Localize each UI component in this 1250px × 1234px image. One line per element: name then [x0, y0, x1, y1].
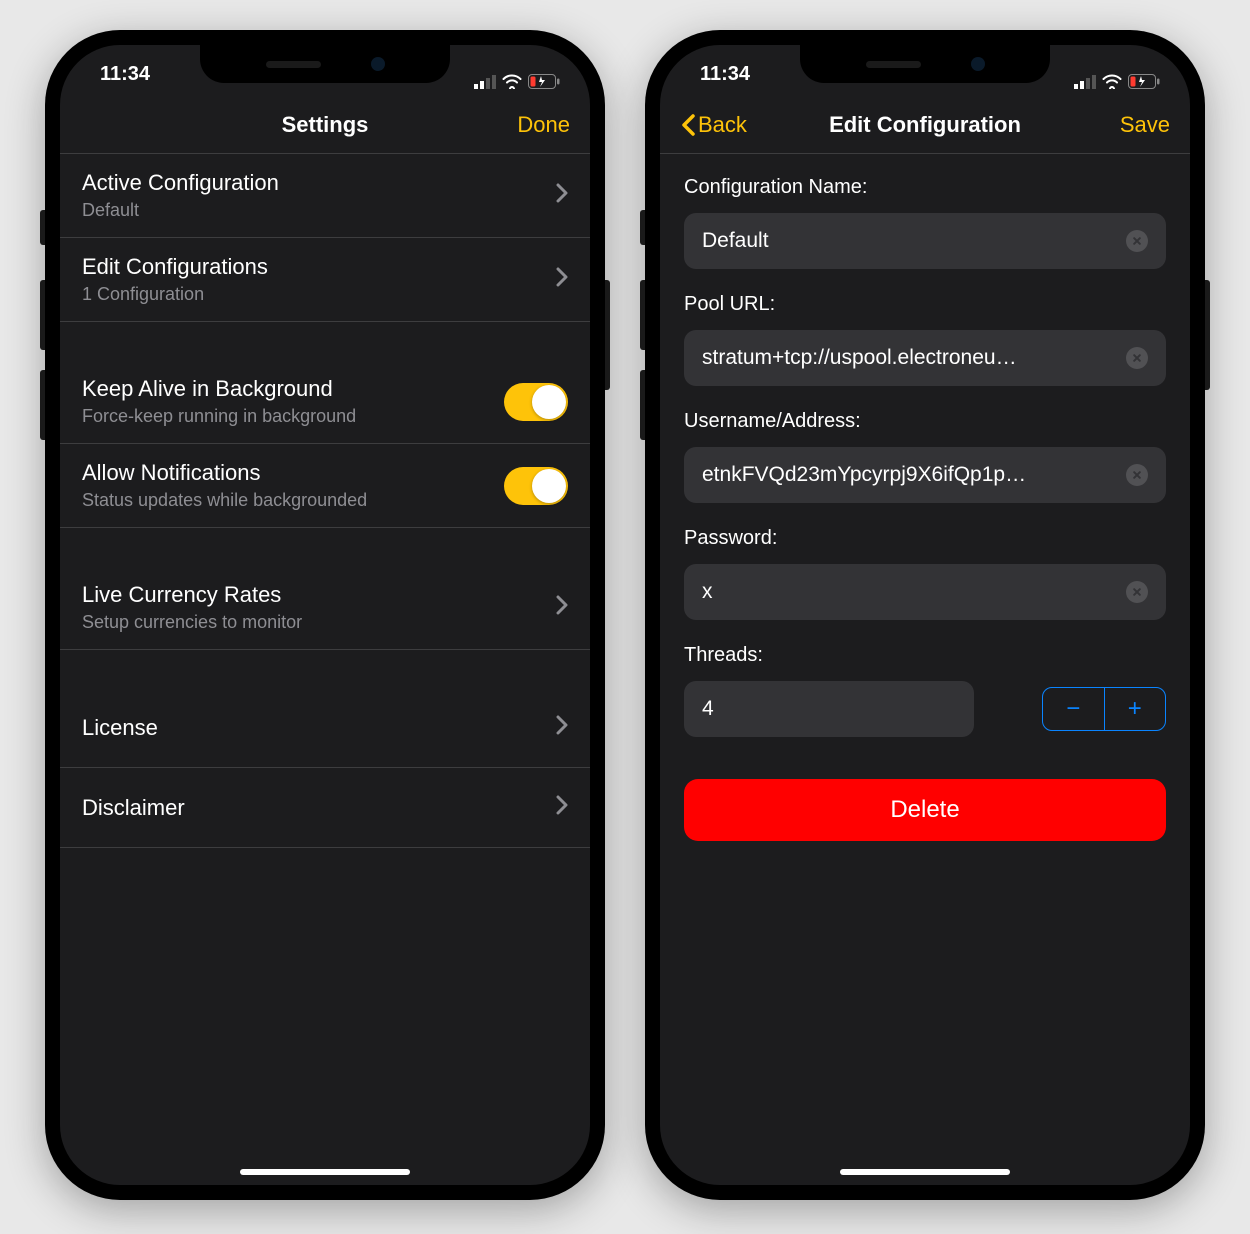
cell-title: Disclaimer: [82, 795, 556, 821]
clear-icon[interactable]: [1126, 347, 1148, 369]
configuration-name-input[interactable]: Default: [684, 213, 1166, 269]
chevron-right-icon: [556, 267, 568, 292]
settings-list: Active Configuration Default Edit Config…: [60, 154, 590, 848]
nav-bar-edit: Back Edit Configuration Save: [660, 100, 1190, 154]
wifi-icon: [1102, 74, 1122, 89]
stepper-minus-button[interactable]: −: [1043, 688, 1105, 730]
clear-icon[interactable]: [1126, 581, 1148, 603]
keep-alive-toggle[interactable]: [504, 383, 568, 421]
home-indicator[interactable]: [240, 1169, 410, 1175]
screen-settings: 11:34 Settings Done Active Configuration…: [60, 45, 590, 1185]
cell-subtitle: Force-keep running in background: [82, 406, 504, 427]
cell-title: Live Currency Rates: [82, 582, 556, 608]
cell-subtitle: Setup currencies to monitor: [82, 612, 556, 633]
input-value: x: [702, 580, 1118, 604]
cell-title: Keep Alive in Background: [82, 376, 504, 402]
label-password: Password:: [684, 527, 1166, 550]
cellular-icon: [1074, 75, 1096, 89]
row-keep-alive: Keep Alive in Background Force-keep runn…: [60, 360, 590, 444]
input-value: stratum+tcp://uspool.electroneu…: [702, 346, 1118, 370]
stepper-plus-button[interactable]: +: [1105, 688, 1166, 730]
notifications-toggle[interactable]: [504, 467, 568, 505]
row-active-configuration[interactable]: Active Configuration Default: [60, 154, 590, 238]
cell-subtitle: 1 Configuration: [82, 284, 556, 305]
row-live-currency-rates[interactable]: Live Currency Rates Setup currencies to …: [60, 566, 590, 650]
username-input[interactable]: etnkFVQd23mYpcyrpj9X6ifQp1p…: [684, 447, 1166, 503]
label-pool-url: Pool URL:: [684, 293, 1166, 316]
status-time: 11:34: [700, 63, 750, 100]
row-license[interactable]: License: [60, 688, 590, 768]
password-input[interactable]: x: [684, 564, 1166, 620]
label-username: Username/Address:: [684, 410, 1166, 433]
cell-title: Allow Notifications: [82, 460, 504, 486]
cell-subtitle: Default: [82, 200, 556, 221]
wifi-icon: [502, 74, 522, 89]
nav-bar-settings: Settings Done: [60, 100, 590, 154]
row-disclaimer[interactable]: Disclaimer: [60, 768, 590, 848]
chevron-right-icon: [556, 183, 568, 208]
threads-input[interactable]: 4: [684, 681, 974, 737]
chevron-right-icon: [556, 595, 568, 620]
row-edit-configurations[interactable]: Edit Configurations 1 Configuration: [60, 238, 590, 322]
status-time: 11:34: [100, 63, 150, 100]
cellular-icon: [474, 75, 496, 89]
clear-icon[interactable]: [1126, 230, 1148, 252]
clear-icon[interactable]: [1126, 464, 1148, 486]
pool-url-input[interactable]: stratum+tcp://uspool.electroneu…: [684, 330, 1166, 386]
battery-low-charging-icon: [1128, 74, 1160, 89]
page-title: Settings: [282, 112, 369, 138]
chevron-right-icon: [556, 715, 568, 740]
home-indicator[interactable]: [840, 1169, 1010, 1175]
chevron-right-icon: [556, 795, 568, 820]
input-value: etnkFVQd23mYpcyrpj9X6ifQp1p…: [702, 463, 1118, 487]
threads-stepper: − +: [1042, 687, 1166, 731]
row-allow-notifications: Allow Notifications Status updates while…: [60, 444, 590, 528]
cell-title: License: [82, 715, 556, 741]
cell-title: Edit Configurations: [82, 254, 556, 280]
cell-subtitle: Status updates while backgrounded: [82, 490, 504, 511]
label-threads: Threads:: [684, 644, 1166, 667]
back-button[interactable]: Back: [680, 112, 747, 138]
label-configuration-name: Configuration Name:: [684, 176, 1166, 199]
chevron-left-icon: [680, 113, 696, 137]
phone-right: 11:34 Back Edit Configuration Save Confi…: [645, 30, 1205, 1200]
input-value: Default: [702, 229, 1118, 253]
cell-title: Active Configuration: [82, 170, 556, 196]
edit-form: Configuration Name: Default Pool URL: st…: [660, 154, 1190, 863]
battery-low-charging-icon: [528, 74, 560, 89]
page-title: Edit Configuration: [829, 112, 1021, 138]
phone-left: 11:34 Settings Done Active Configuration…: [45, 30, 605, 1200]
delete-button[interactable]: Delete: [684, 779, 1166, 841]
done-button[interactable]: Done: [517, 112, 570, 138]
back-label: Back: [698, 112, 747, 138]
save-button[interactable]: Save: [1120, 112, 1170, 138]
screen-edit-configuration: 11:34 Back Edit Configuration Save Confi…: [660, 45, 1190, 1185]
input-value: 4: [702, 697, 956, 721]
